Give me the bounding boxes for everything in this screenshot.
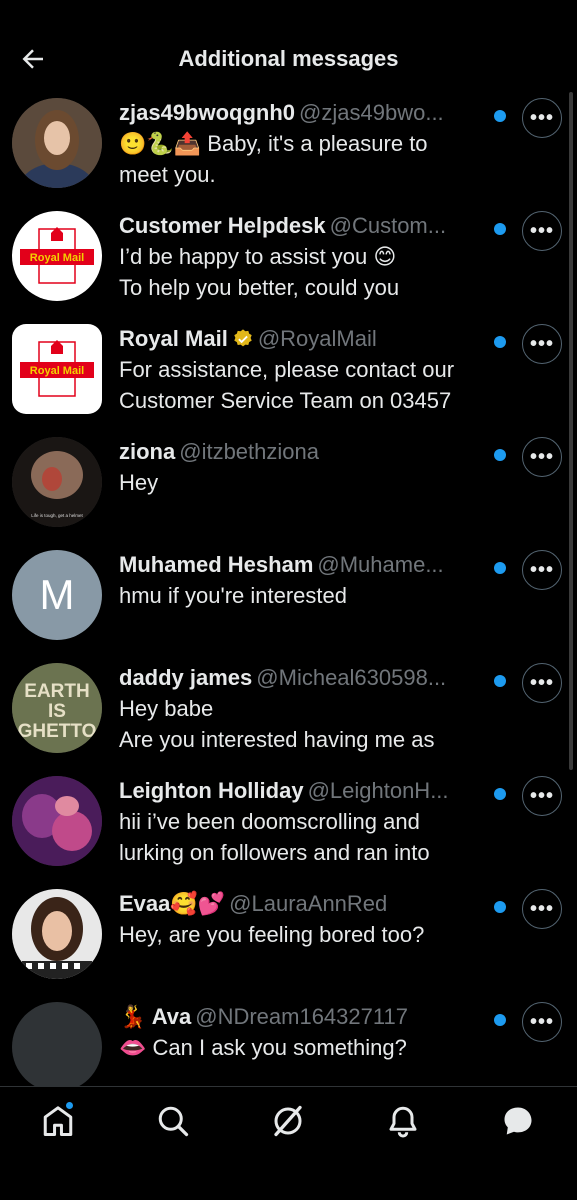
- more-button[interactable]: •••: [522, 98, 562, 138]
- grok-icon[interactable]: [270, 1103, 306, 1139]
- avatar[interactable]: [12, 889, 102, 979]
- page-title: Additional messages: [178, 46, 399, 71]
- sender-handle: @itzbethziona: [179, 439, 319, 464]
- messages-icon[interactable]: [500, 1103, 536, 1139]
- notifications-icon[interactable]: [385, 1103, 421, 1139]
- more-button[interactable]: •••: [522, 324, 562, 364]
- message-preview: Hey: [119, 470, 159, 495]
- sender-name: Royal Mail: [119, 326, 228, 351]
- unread-dot: [494, 1014, 506, 1026]
- sender-handle: @NDream164327117: [195, 1004, 408, 1029]
- sender-handle: @zjas49bwo...: [299, 100, 444, 125]
- message-preview: 👄 Can I ask you something?: [119, 1035, 407, 1060]
- more-button[interactable]: •••: [522, 776, 562, 816]
- svg-text:Royal Mail: Royal Mail: [30, 252, 84, 264]
- conversation-row[interactable]: Leighton Holliday @LeightonH... hii i’ve …: [0, 768, 577, 881]
- more-button[interactable]: •••: [522, 663, 562, 703]
- message-preview: To help you better, could you: [119, 275, 400, 300]
- unread-dot: [494, 788, 506, 800]
- sender-handle: @LauraAnnRed: [229, 891, 388, 916]
- message-preview: hmu if you're interested: [119, 583, 347, 608]
- message-preview: Customer Service Team on 03457: [119, 388, 452, 413]
- message-preview: Hey, are you feeling bored too?: [119, 922, 425, 947]
- unread-dot: [494, 562, 506, 574]
- message-preview: Hey babe: [119, 696, 214, 721]
- conversation-row[interactable]: EARTH IS GHETTO daddy james @Micheal63059…: [0, 655, 577, 768]
- more-button[interactable]: •••: [522, 550, 562, 590]
- avatar[interactable]: [12, 1002, 102, 1092]
- sender-handle: @Micheal630598...: [256, 665, 447, 690]
- svg-text:GHETTO: GHETTO: [18, 721, 97, 742]
- conversation-row[interactable]: Evaa🥰💕 @LauraAnnRed Hey, are you feeling …: [0, 881, 577, 994]
- message-preview: lurking on followers and ran into: [119, 840, 430, 865]
- unread-dot: [494, 901, 506, 913]
- svg-text:Royal Mail: Royal Mail: [30, 365, 84, 377]
- unread-dot: [494, 223, 506, 235]
- home-notification-dot: [66, 1102, 73, 1109]
- avatar[interactable]: EARTH IS GHETTO: [12, 663, 102, 753]
- sender-name: 💃 Ava: [119, 1004, 192, 1029]
- svg-text:IS: IS: [48, 701, 66, 722]
- unread-dot: [494, 675, 506, 687]
- verified-badge-icon: [234, 329, 252, 347]
- avatar[interactable]: [12, 98, 102, 188]
- conversation-row[interactable]: M Muhamed Hesham @Muhame... hmu if you're…: [0, 542, 577, 655]
- more-button[interactable]: •••: [522, 889, 562, 929]
- more-button[interactable]: •••: [522, 437, 562, 477]
- message-preview: hii i’ve been doomscrolling and: [119, 809, 420, 834]
- conversation-row[interactable]: Royal Mail Customer Helpdesk @Custom... I…: [0, 203, 577, 316]
- header: Additional messages: [0, 0, 577, 90]
- svg-text:Life is tough, get a helmet: Life is tough, get a helmet: [31, 513, 83, 518]
- conversation-list: zjas49bwoqgnh0 @zjas49bwo... 🙂🐍📤 Baby, it…: [0, 90, 577, 1107]
- unread-dot: [494, 336, 506, 348]
- bottom-nav: [0, 1086, 577, 1200]
- message-preview: Are you interested having me as: [119, 727, 435, 752]
- search-icon[interactable]: [155, 1103, 191, 1139]
- svg-text:EARTH: EARTH: [24, 681, 89, 702]
- avatar[interactable]: Life is tough, get a helmet: [12, 437, 102, 527]
- royal-mail-logo: Royal Mail: [12, 324, 102, 414]
- royal-mail-logo: Royal Mail: [12, 211, 102, 301]
- unread-dot: [494, 449, 506, 461]
- avatar[interactable]: Royal Mail: [12, 211, 102, 301]
- message-preview: 🙂🐍📤 Baby, it's a pleasure to: [119, 131, 428, 156]
- sender-name: Leighton Holliday: [119, 778, 304, 803]
- sender-handle: @Custom...: [329, 213, 447, 238]
- avatar[interactable]: M: [12, 550, 102, 640]
- conversation-row[interactable]: Life is tough, get a helmet ziona @itzbet…: [0, 429, 577, 542]
- sender-name: Customer Helpdesk: [119, 213, 326, 238]
- sender-name: zjas49bwoqgnh0: [119, 100, 296, 125]
- sender-name: ziona: [119, 439, 176, 464]
- more-button[interactable]: •••: [522, 1002, 562, 1042]
- sender-name: daddy james: [119, 665, 253, 690]
- more-button[interactable]: •••: [522, 211, 562, 251]
- conversation-row[interactable]: Royal Mail Royal Mail @RoyalMail For assi…: [0, 316, 577, 429]
- sender-handle: @LeightonH...: [307, 778, 449, 803]
- sender-handle: @Muhame...: [317, 552, 444, 577]
- avatar[interactable]: Royal Mail: [12, 324, 102, 414]
- avatar[interactable]: [12, 776, 102, 866]
- sender-name: Muhamed Hesham: [119, 552, 314, 577]
- message-preview: For assistance, please contact our: [119, 357, 455, 382]
- message-preview: I’d be happy to assist you 😊: [119, 244, 397, 269]
- unread-dot: [494, 110, 506, 122]
- sender-handle: @RoyalMail: [257, 326, 377, 351]
- conversation-row[interactable]: zjas49bwoqgnh0 @zjas49bwo... 🙂🐍📤 Baby, it…: [0, 90, 577, 203]
- message-preview: meet you.: [119, 162, 216, 187]
- sender-name: Evaa🥰💕: [119, 891, 226, 916]
